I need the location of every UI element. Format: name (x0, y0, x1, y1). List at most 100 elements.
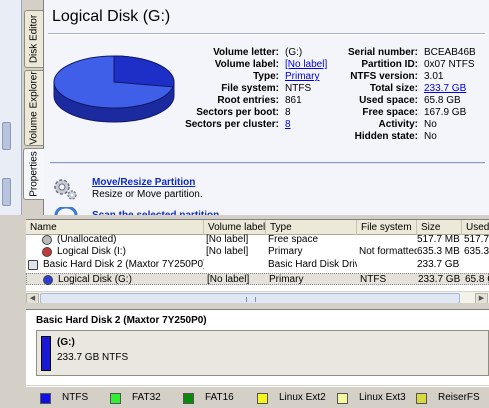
scroll-grip (246, 297, 256, 302)
cell-fs (357, 234, 417, 246)
column-name[interactable]: Name (26, 220, 204, 235)
disk-usage-pie-chart (53, 55, 175, 123)
legend-label: NTFS (62, 392, 89, 403)
legend-label: FAT16 (205, 392, 234, 403)
table-row[interactable]: Logical Disk (I:) [No label] Primary Not fo… (26, 246, 489, 258)
list-header: Name Volume label Type File system Size … (26, 220, 489, 235)
prop-right-value: BCEAB46B (424, 47, 476, 58)
panel-nub[interactable] (2, 122, 11, 150)
move-resize-partition-description: Resize or Move partition. (92, 189, 203, 200)
prop-right-value: 3.01 (424, 71, 444, 82)
prop-right-value[interactable]: 233.7 GB (424, 83, 466, 94)
disk-blue-icon (43, 275, 53, 285)
unallocated-icon (42, 235, 52, 245)
cell-name: Basic Hard Disk 2 (Maxtor 7Y250P0) (43, 259, 204, 270)
table-row[interactable]: (Unallocated) [No label] Free space 517.7 M… (26, 234, 489, 246)
hard-disk-icon (28, 260, 38, 270)
cell-label: [No label] (206, 246, 249, 257)
legend-swatch (183, 393, 194, 404)
cell-type: Basic Hard Disk Drive (268, 259, 357, 270)
partition-size: 233.7 GB NTFS (57, 352, 129, 363)
prop-left-value[interactable]: Primary (285, 71, 319, 82)
scroll-thumb[interactable] (40, 293, 460, 303)
cell-used (462, 259, 489, 271)
prop-left-value: 861 (285, 95, 302, 106)
cell-used: 517.7 (464, 234, 489, 245)
legend-swatch (337, 393, 348, 404)
prop-right-label: Partition ID: (361, 59, 418, 70)
prop-right-label: Activity: (378, 119, 418, 130)
title-divider (48, 33, 485, 35)
column-size[interactable]: Size (417, 220, 462, 235)
cell-size: 635.3 MB (417, 246, 460, 257)
scan-icon (54, 207, 78, 215)
scroll-right-button[interactable]: ▶ (475, 293, 488, 303)
page-title: Logical Disk (G:) (52, 8, 171, 25)
prop-left-value[interactable]: 8 (285, 119, 291, 130)
cell-fs: Not formatted (359, 246, 417, 257)
cell-type: Primary (268, 246, 303, 257)
partition-list: Name Volume label Type File system Size … (26, 219, 489, 303)
cell-used: 635.3 (464, 246, 489, 257)
prop-left-value: 8 (285, 107, 291, 118)
cell-name: (Unallocated) (57, 234, 117, 245)
left-edge-strip (0, 0, 22, 215)
tab-label: Volume Explorer (28, 71, 40, 145)
legend-label: ReiserFS (438, 392, 480, 403)
prop-right-value: No (424, 119, 437, 130)
legend-swatch (257, 393, 268, 404)
prop-right-label: Serial number: (347, 47, 418, 58)
cell-label: [No label] (206, 234, 249, 245)
disk-map: Basic Hard Disk 2 (Maxtor 7Y250P0) (G:) … (26, 309, 489, 385)
prop-left-label: Volume letter: (213, 47, 279, 58)
prop-right-value: 65.8 GB (424, 95, 461, 106)
gear-icon (54, 179, 77, 200)
tab-label: Properties (28, 151, 40, 197)
cell-size: 233.7 GB (418, 274, 461, 285)
prop-left-value: NTFS (285, 83, 312, 94)
partition-bar[interactable]: (G:) 233.7 GB NTFS (36, 330, 489, 376)
panel-nub[interactable] (2, 178, 11, 206)
prop-left-value[interactable]: [No label] (285, 59, 327, 70)
cell-fs: NTFS (360, 274, 387, 285)
cell-type: Primary (269, 274, 304, 285)
cell-size: 233.7 GB (417, 259, 460, 270)
prop-right-value: No (424, 131, 437, 142)
prop-right-value: 0x07 NTFS (424, 59, 475, 70)
tasks-divider (50, 162, 485, 164)
tab-properties[interactable]: Properties (23, 148, 44, 200)
prop-right-label: Free space: (362, 107, 418, 118)
cell-name: Logical Disk (G:) (58, 274, 132, 285)
pie-used-slice (113, 55, 175, 88)
column-volume-label[interactable]: Volume label (204, 220, 266, 235)
prop-right-label: Used space: (359, 95, 418, 106)
cell-label: [No label] (207, 274, 250, 285)
tab-label: Disk Editor (28, 14, 40, 64)
prop-left-label: Sectors per boot: (196, 107, 279, 118)
prop-right-label: NTFS version: (350, 71, 418, 82)
legend-label: Linux Ext3 (359, 392, 406, 403)
legend-swatch (40, 393, 51, 404)
prop-left-label: File system: (221, 83, 279, 94)
table-row[interactable]: Logical Disk (G:) [No label] Primary NTFS 23… (26, 273, 489, 285)
legend-label: Linux Ext2 (279, 392, 326, 403)
horizontal-scrollbar[interactable]: ◀ ▶ (26, 291, 489, 303)
scan-partition-link[interactable]: Scan the selected partition (92, 210, 219, 215)
filesystem-legend: NTFS FAT32 FAT16 Linux Ext2 Linux Ext3 Reiser… (26, 386, 489, 408)
table-row[interactable]: Basic Hard Disk 2 (Maxtor 7Y250P0) Basic … (26, 259, 489, 271)
column-type[interactable]: Type (266, 220, 357, 235)
partition-color-swatch (41, 336, 51, 371)
cell-name: Logical Disk (I:) (57, 246, 126, 257)
prop-left-label: Type: (253, 71, 279, 82)
tab-disk-editor[interactable]: Disk Editor (24, 10, 43, 68)
legend-swatch (416, 393, 427, 404)
prop-right-label: Total size: (369, 83, 418, 94)
scroll-left-button[interactable]: ◀ (26, 293, 39, 303)
column-used[interactable]: Used (462, 220, 489, 235)
move-resize-partition-link[interactable]: Move/Resize Partition (92, 177, 195, 188)
disk-red-icon (42, 247, 52, 257)
cell-used: 65.8 G (465, 274, 489, 285)
column-file-system[interactable]: File system (357, 220, 417, 235)
tab-volume-explorer[interactable]: Volume Explorer (24, 70, 43, 146)
prop-left-label: Root entries: (217, 95, 279, 106)
